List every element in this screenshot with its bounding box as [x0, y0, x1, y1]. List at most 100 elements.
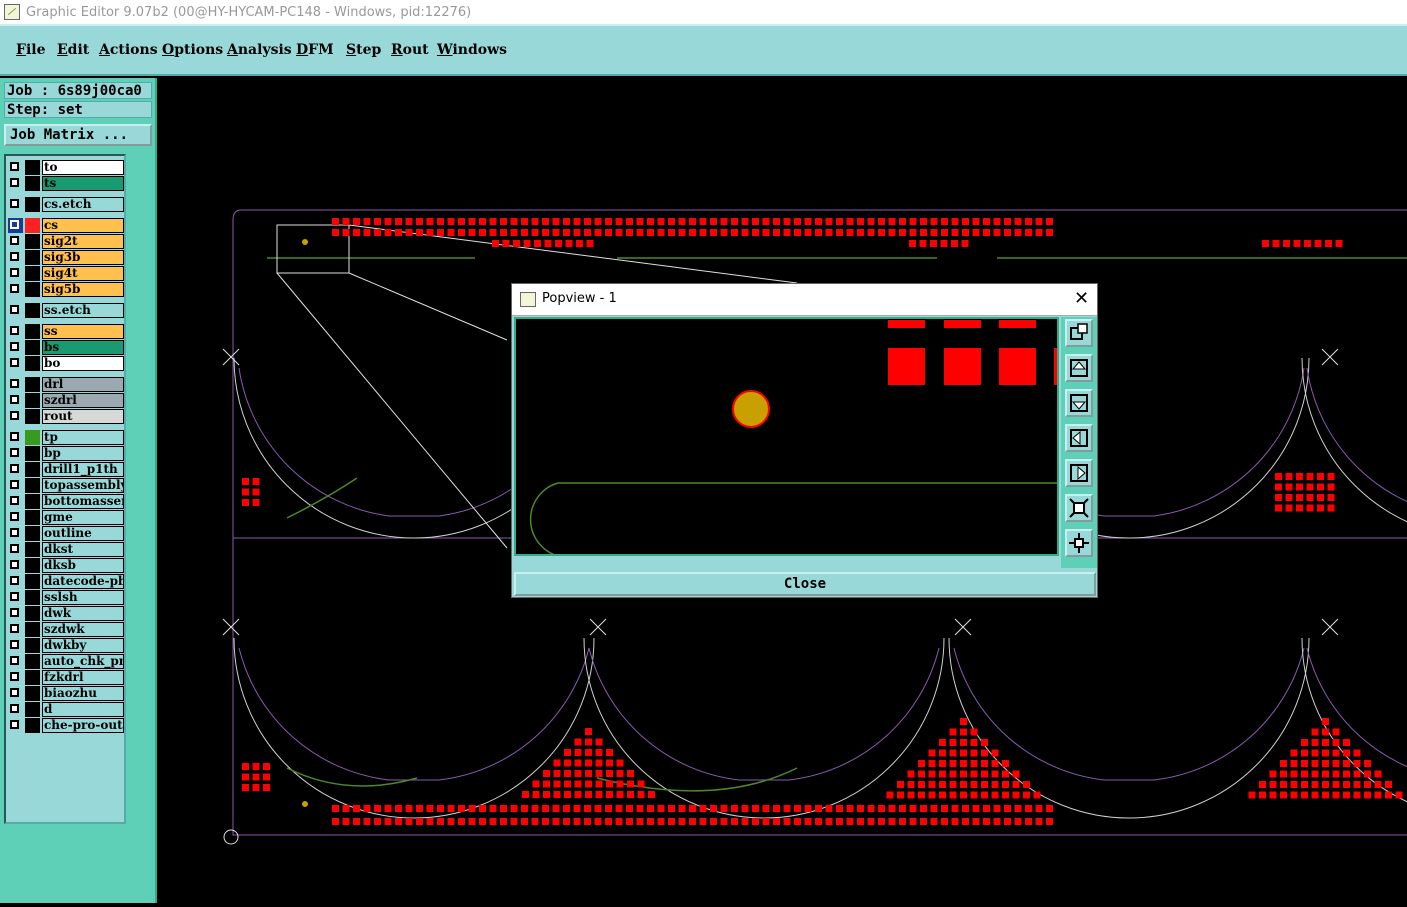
layer-row-ss[interactable]: ss	[8, 324, 124, 339]
layer-affected-toggle[interactable]	[25, 160, 40, 175]
layer-affected-toggle[interactable]	[25, 250, 40, 265]
close-button[interactable]: Close	[514, 572, 1096, 596]
menu-analysis[interactable]: Analysis	[227, 42, 292, 58]
close-icon[interactable]: ✕	[1074, 288, 1089, 309]
layer-row-sig5b[interactable]: sig5b	[8, 282, 124, 297]
layer-name[interactable]: topassembly1	[42, 478, 124, 493]
layer-affected-toggle[interactable]	[25, 393, 40, 408]
layer-row-szdwk[interactable]: szdwk	[8, 622, 124, 637]
layer-name[interactable]: bp	[42, 446, 124, 461]
pan-right-icon[interactable]	[1065, 459, 1093, 487]
layer-row-drill1_p1th[interactable]: drill1_p1th	[8, 462, 124, 477]
pan-up-icon[interactable]	[1065, 354, 1093, 382]
layer-name[interactable]: sig2t	[42, 234, 124, 249]
layer-name[interactable]: drl	[42, 377, 124, 392]
layer-checkbox[interactable]	[8, 218, 23, 233]
menu-windows[interactable]: Windows	[437, 42, 507, 58]
popview-canvas[interactable]	[514, 317, 1059, 556]
zoom-in-icon[interactable]	[1065, 494, 1093, 522]
layer-affected-toggle[interactable]	[25, 574, 40, 589]
layer-affected-toggle[interactable]	[25, 558, 40, 573]
menu-dfm[interactable]: DFM	[296, 42, 334, 58]
layer-row-szdrl[interactable]: szdrl	[8, 393, 124, 408]
layer-row-dwk[interactable]: dwk	[8, 606, 124, 621]
layer-name[interactable]: dwkby	[42, 638, 124, 653]
layer-name[interactable]: cs.etch	[42, 197, 124, 212]
layer-name[interactable]: dksb	[42, 558, 124, 573]
layer-affected-toggle[interactable]	[25, 462, 40, 477]
layer-row-datecode-pbe[interactable]: datecode-pbe	[8, 574, 124, 589]
layer-row-cs.etch[interactable]: cs.etch	[8, 197, 124, 212]
pan-down-icon[interactable]	[1065, 389, 1093, 417]
layer-name[interactable]: auto_chk_pnl	[42, 654, 124, 669]
layer-name[interactable]: drill1_p1th	[42, 462, 124, 477]
layer-name[interactable]: szdrl	[42, 393, 124, 408]
menu-actions[interactable]: Actions	[99, 42, 158, 58]
layer-row-drl[interactable]: drl	[8, 377, 124, 392]
layer-row-outline[interactable]: outline	[8, 526, 124, 541]
layer-affected-toggle[interactable]	[25, 478, 40, 493]
layer-row-sslsh[interactable]: sslsh	[8, 590, 124, 605]
layer-affected-toggle[interactable]	[25, 494, 40, 509]
layer-affected-toggle[interactable]	[25, 638, 40, 653]
layer-name[interactable]: cs	[42, 218, 124, 233]
layer-row-dkst[interactable]: dkst	[8, 542, 124, 557]
layer-name[interactable]: ss.etch	[42, 303, 124, 318]
layer-name[interactable]: bo	[42, 356, 124, 371]
layer-affected-toggle[interactable]	[25, 510, 40, 525]
layer-affected-toggle[interactable]	[25, 718, 40, 733]
layer-affected-toggle[interactable]	[25, 324, 40, 339]
layer-row-ss.etch[interactable]: ss.etch	[8, 303, 124, 318]
layer-name[interactable]: biaozhu	[42, 686, 124, 701]
layer-affected-toggle[interactable]	[25, 340, 40, 355]
layer-affected-toggle[interactable]	[25, 686, 40, 701]
layer-affected-toggle[interactable]	[25, 266, 40, 281]
layer-affected-toggle[interactable]	[25, 356, 40, 371]
pan-left-icon[interactable]	[1065, 424, 1093, 452]
menu-file[interactable]: File	[16, 42, 46, 58]
menu-step[interactable]: Step	[346, 42, 381, 58]
layer-row-to[interactable]: to	[8, 160, 124, 175]
layer-affected-toggle[interactable]	[25, 409, 40, 424]
layer-affected-toggle[interactable]	[25, 218, 40, 233]
layer-row-d[interactable]: d	[8, 702, 124, 717]
layer-affected-toggle[interactable]	[25, 702, 40, 717]
layer-name[interactable]: szdwk	[42, 622, 124, 637]
layer-row-bs[interactable]: bs	[8, 340, 124, 355]
layer-row-rout[interactable]: rout	[8, 409, 124, 424]
layer-affected-toggle[interactable]	[25, 526, 40, 541]
layer-row-che-pro-out[interactable]: che-pro-out	[8, 718, 124, 733]
layer-name[interactable]: bottomassembly	[42, 494, 124, 509]
layer-name[interactable]: dwk	[42, 606, 124, 621]
layer-row-topassembly1[interactable]: topassembly1	[8, 478, 124, 493]
layer-row-biaozhu[interactable]: biaozhu	[8, 686, 124, 701]
layer-name[interactable]: sig3b	[42, 250, 124, 265]
layer-name[interactable]: sig4t	[42, 266, 124, 281]
layer-row-gme[interactable]: gme	[8, 510, 124, 525]
layer-row-bp[interactable]: bp	[8, 446, 124, 461]
layer-affected-toggle[interactable]	[25, 606, 40, 621]
layer-affected-toggle[interactable]	[25, 197, 40, 212]
layer-affected-toggle[interactable]	[25, 542, 40, 557]
layer-name[interactable]: to	[42, 160, 124, 175]
zoom-window-icon[interactable]	[1065, 319, 1093, 347]
layer-row-cs[interactable]: cs	[8, 218, 124, 233]
layer-name[interactable]: gme	[42, 510, 124, 525]
layer-name[interactable]: rout	[42, 409, 124, 424]
layer-row-auto_chk_pnl[interactable]: auto_chk_pnl	[8, 654, 124, 669]
layer-name[interactable]: ts	[42, 176, 124, 191]
menu-rout[interactable]: Rout	[391, 42, 429, 58]
layer-name[interactable]: tp	[42, 430, 124, 445]
layer-row-bo[interactable]: bo	[8, 356, 124, 371]
layer-row-ts[interactable]: ts	[8, 176, 124, 191]
menu-options[interactable]: Options	[162, 42, 223, 58]
layer-row-dwkby[interactable]: dwkby	[8, 638, 124, 653]
zoom-out-icon[interactable]	[1065, 529, 1093, 557]
layer-affected-toggle[interactable]	[25, 670, 40, 685]
layer-affected-toggle[interactable]	[25, 176, 40, 191]
layer-name[interactable]: fzkdrl	[42, 670, 124, 685]
layer-name[interactable]: datecode-pbe	[42, 574, 124, 589]
layer-row-sig3b[interactable]: sig3b	[8, 250, 124, 265]
menu-edit[interactable]: Edit	[57, 42, 89, 58]
layer-name[interactable]: che-pro-out	[42, 718, 124, 733]
